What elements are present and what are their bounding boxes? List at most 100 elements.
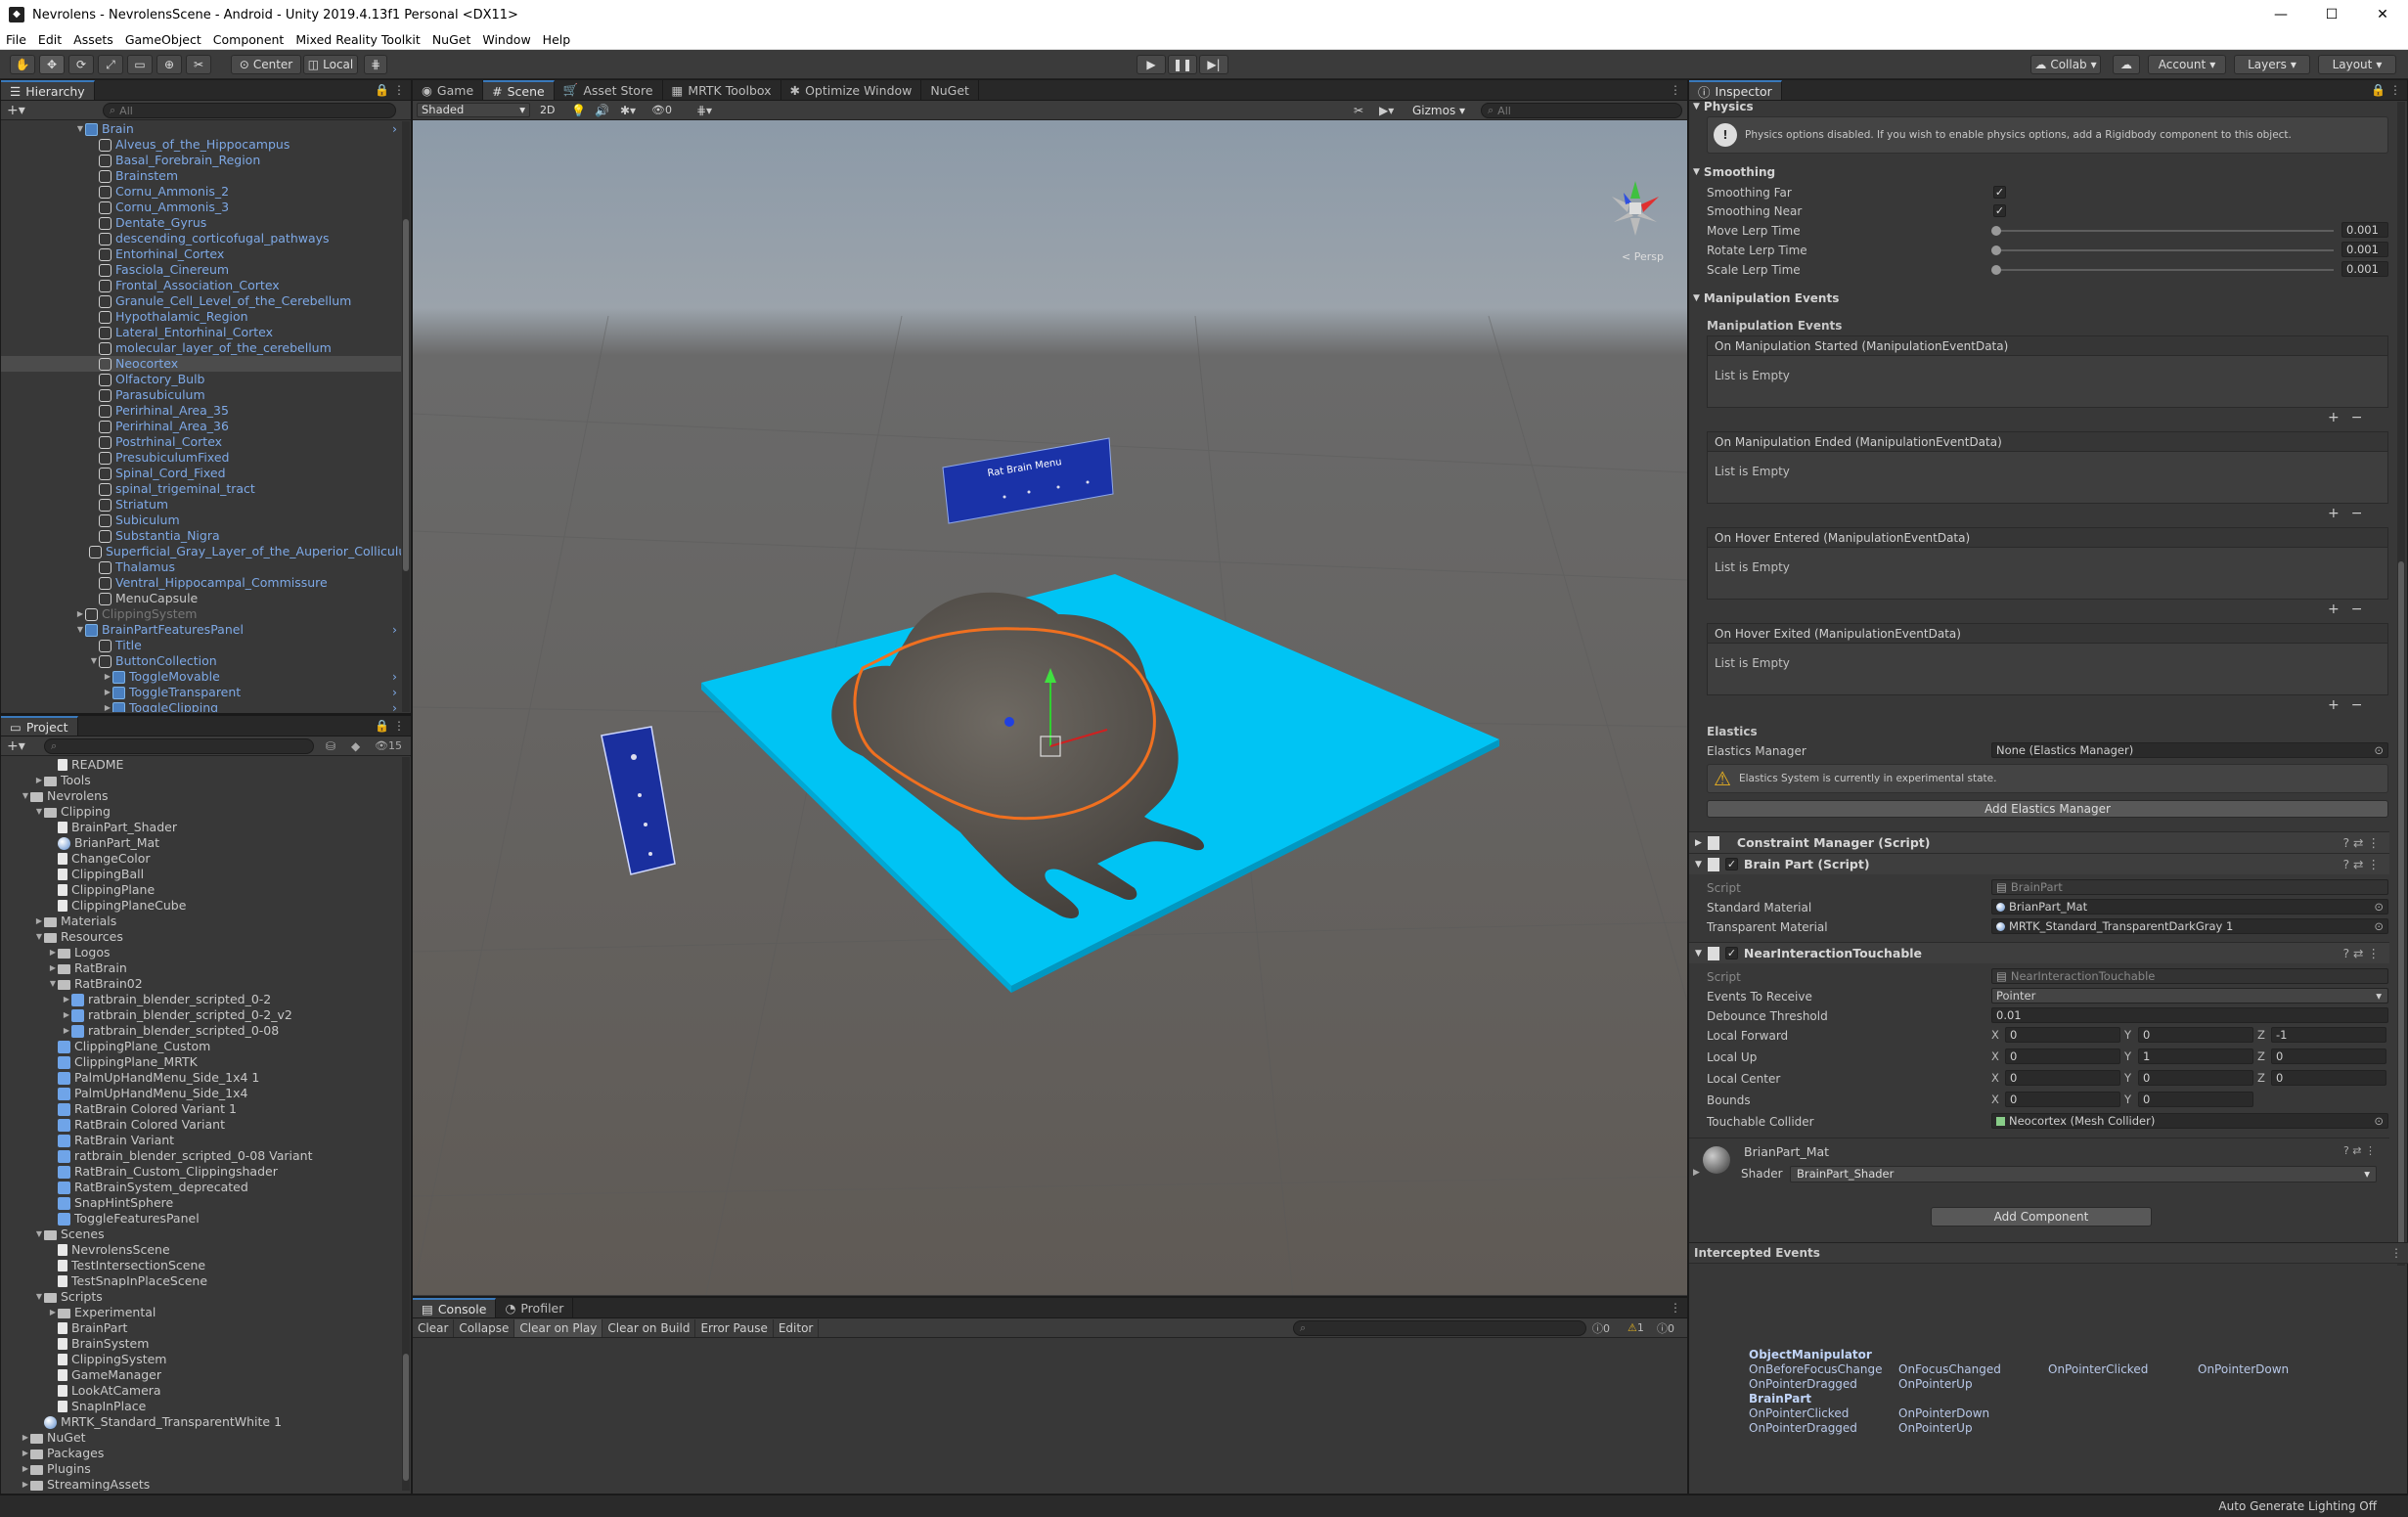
manipulation-events-header[interactable]: ▼ Manipulation Events xyxy=(1693,289,1839,308)
project-item[interactable]: ▼ Clipping xyxy=(1,804,401,820)
remove-listener-button[interactable]: − xyxy=(2351,410,2375,425)
expand-arrow-icon[interactable]: ▶ xyxy=(21,1430,30,1446)
expand-arrow-icon[interactable]: ▶ xyxy=(62,1007,71,1023)
add-listener-button[interactable]: + xyxy=(2328,697,2351,713)
minimize-button[interactable]: — xyxy=(2255,0,2306,29)
smoothing-header[interactable]: ▼ Smoothing xyxy=(1693,162,1775,182)
shading-mode-dropdown[interactable]: Shaded ▾ xyxy=(417,103,530,117)
expand-arrow-icon[interactable]: ▼ xyxy=(34,1289,44,1305)
tab-console[interactable]: ▤ Console xyxy=(413,1298,497,1317)
hierarchy-item-toggleclipping[interactable]: ▶ ToggleClipping › xyxy=(1,700,401,712)
add-elastics-button[interactable]: Add Elastics Manager xyxy=(1707,800,2388,818)
project-item[interactable]: BrainPart_Shader xyxy=(1,820,401,835)
project-item[interactable]: ClippingPlane_Custom xyxy=(1,1039,401,1054)
panel-menu-icon[interactable]: 🔒 ⋮ xyxy=(2371,83,2401,97)
maximize-button[interactable]: ☐ xyxy=(2306,0,2357,29)
hierarchy-item[interactable]: Lateral_Entorhinal_Cortex xyxy=(1,325,401,340)
tab-scene[interactable]: # Scene xyxy=(483,80,555,100)
hierarchy-item[interactable]: Perirhinal_Area_36 xyxy=(1,419,401,434)
smoothing-far-checkbox[interactable]: ✓ xyxy=(1993,186,2006,199)
console-editor-button[interactable]: Editor xyxy=(774,1318,820,1337)
expand-arrow-icon[interactable]: ▶ xyxy=(34,914,44,929)
object-picker-icon[interactable]: ⊙ xyxy=(2374,1114,2384,1128)
hierarchy-item-title[interactable]: Title xyxy=(1,638,401,653)
effects-dropdown-icon[interactable]: ✱▾ xyxy=(620,104,636,117)
project-item[interactable]: GameManager xyxy=(1,1367,401,1383)
scale-tool-button[interactable]: ⤢ xyxy=(98,55,123,74)
remove-listener-button[interactable]: − xyxy=(2351,602,2375,617)
add-remove-buttons[interactable]: +− xyxy=(2328,697,2374,713)
hierarchy-item[interactable]: Postrhinal_Cortex xyxy=(1,434,401,450)
expand-arrow-icon[interactable]: ▶ xyxy=(62,992,71,1007)
hierarchy-item[interactable]: Subiculum xyxy=(1,513,401,528)
expand-arrow-icon[interactable]: ▶ xyxy=(48,1305,58,1320)
tab-optimize-window[interactable]: ✱ Optimize Window xyxy=(781,80,922,100)
console-clear-button[interactable]: Clear xyxy=(413,1318,455,1337)
project-item[interactable]: ClippingPlaneCube xyxy=(1,898,401,914)
local-center-z-field[interactable]: 0 xyxy=(2271,1070,2386,1086)
panel-menu-icon[interactable]: 🔒 ⋮ xyxy=(375,719,405,733)
warning-count[interactable]: ⚠1 xyxy=(1628,1321,1644,1334)
hierarchy-item[interactable]: Neocortex xyxy=(1,356,401,372)
object-picker-icon[interactable]: ⊙ xyxy=(2374,919,2384,933)
rotate-lerp-knob[interactable] xyxy=(1991,245,2001,255)
camera-icon[interactable]: ▶▾ xyxy=(1379,104,1394,117)
project-item[interactable]: LookAtCamera xyxy=(1,1383,401,1399)
hierarchy-item-brain[interactable]: ▼ Brain › xyxy=(1,121,401,137)
account-dropdown[interactable]: Account ▾ xyxy=(2148,55,2226,74)
log-count[interactable]: ⓘ0 xyxy=(1592,1320,1610,1336)
elastics-manager-field[interactable]: None (Elastics Manager) ⊙ xyxy=(1991,742,2388,758)
project-item[interactable]: ClippingBall xyxy=(1,867,401,882)
expand-arrow-icon[interactable]: ▼ xyxy=(89,653,99,669)
project-item[interactable]: README xyxy=(1,757,401,773)
project-item[interactable]: ChangeColor xyxy=(1,851,401,867)
debounce-field[interactable]: 0.01 xyxy=(1991,1007,2388,1023)
tab-project[interactable]: ▭ Project xyxy=(1,716,78,736)
local-forward-z-field[interactable]: -1 xyxy=(2271,1027,2386,1043)
project-item[interactable]: ▼ Scenes xyxy=(1,1227,401,1242)
layers-dropdown[interactable]: Layers ▾ xyxy=(2234,55,2310,74)
close-button[interactable]: ✕ xyxy=(2357,0,2408,29)
hierarchy-item[interactable]: Alveus_of_the_Hippocampus xyxy=(1,137,401,153)
play-button[interactable]: ▶ xyxy=(1137,55,1166,74)
remove-listener-button[interactable]: − xyxy=(2351,697,2375,713)
console-error-pause-button[interactable]: Error Pause xyxy=(695,1318,774,1337)
more-arrow-icon[interactable]: › xyxy=(392,121,397,137)
scene-viewport[interactable]: Rat Brain Menu < Persp xyxy=(413,120,1687,1295)
console-clear-on-play-button[interactable]: Clear on Play xyxy=(514,1318,603,1337)
project-item[interactable]: ToggleFeaturesPanel xyxy=(1,1211,401,1227)
expand-arrow-icon[interactable]: ▶ xyxy=(103,669,112,685)
tools-icon[interactable]: ✂ xyxy=(1354,104,1363,117)
hierarchy-item-toggletransparent[interactable]: ▶ ToggleTransparent › xyxy=(1,685,401,700)
local-up-y-field[interactable]: 1 xyxy=(2138,1049,2253,1064)
hierarchy-item[interactable]: Brainstem xyxy=(1,168,401,184)
project-item[interactable]: MRTK_Standard_TransparentWhite 1 xyxy=(1,1414,401,1430)
hierarchy-item[interactable]: PresubiculumFixed xyxy=(1,450,401,466)
menu-edit[interactable]: Edit xyxy=(32,32,67,47)
local-up-x-field[interactable]: 0 xyxy=(2005,1049,2120,1064)
project-item[interactable]: SnapHintSphere xyxy=(1,1195,401,1211)
step-button[interactable]: ▶| xyxy=(1199,55,1228,74)
component-menu-icons[interactable]: ? ⇄ ⋮ xyxy=(2343,1144,2376,1157)
expand-arrow-icon[interactable]: ▼ xyxy=(75,121,85,137)
expand-arrow-icon[interactable]: ▼ xyxy=(34,1227,44,1242)
tab-mrtk-toolbox[interactable]: ▦ MRTK Toolbox xyxy=(663,80,781,100)
project-item[interactable]: ▶ Plugins xyxy=(1,1461,401,1477)
rotate-lerp-field[interactable]: 0.001 xyxy=(2341,242,2388,257)
local-center-y-field[interactable]: 0 xyxy=(2138,1070,2253,1086)
project-item[interactable]: ▼ Nevrolens xyxy=(1,788,401,804)
touchable-collider-field[interactable]: Neocortex (Mesh Collider) ⊙ xyxy=(1991,1113,2388,1129)
smoothing-near-checkbox[interactable]: ✓ xyxy=(1993,204,2006,217)
panel-menu-icon[interactable]: ⋮ xyxy=(1670,83,1681,97)
local-forward-x-field[interactable]: 0 xyxy=(2005,1027,2120,1043)
hidden-objects-toggle[interactable]: 👁0 xyxy=(651,104,672,116)
lighting-toggle-icon[interactable]: 💡 xyxy=(571,104,586,117)
hierarchy-item[interactable]: Granule_Cell_Level_of_the_Cerebellum xyxy=(1,293,401,309)
tab-nuget[interactable]: NuGet xyxy=(921,80,979,100)
expand-arrow-icon[interactable]: ▶ xyxy=(34,773,44,788)
hierarchy-item-buttoncollection[interactable]: ▼ ButtonCollection xyxy=(1,653,401,669)
perspective-label[interactable]: < Persp xyxy=(1622,250,1664,263)
collab-button[interactable]: ☁ Collab ▾ xyxy=(2030,55,2101,74)
project-item[interactable]: TestSnapInPlaceScene xyxy=(1,1273,401,1289)
hierarchy-item[interactable]: Olfactory_Bulb xyxy=(1,372,401,387)
